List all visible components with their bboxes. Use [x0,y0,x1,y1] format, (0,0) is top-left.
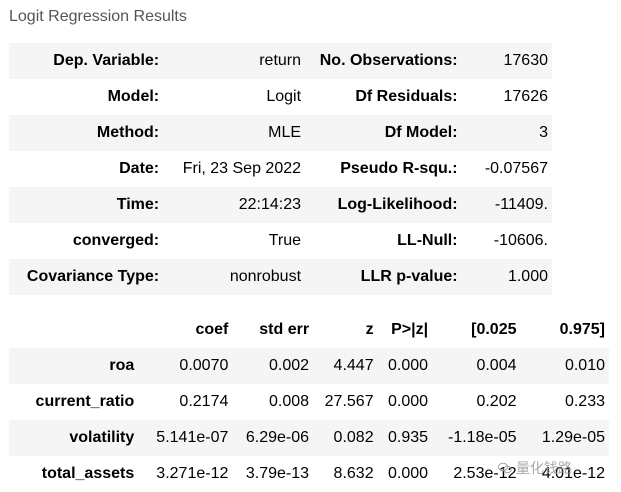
watermark-text: 量化钱路 [516,460,572,476]
column-header: [0.025 [432,312,521,348]
summary-value: 17630 [461,43,552,79]
ci-lower-cell: -1.18e-05 [432,420,521,456]
std-err-cell: 6.29e-06 [232,420,314,456]
summary-value: -11409. [461,187,552,223]
summary-label: Covariance Type: [9,259,164,295]
column-header: z [313,312,378,348]
summary-label: Log-Likelihood: [305,187,462,223]
variable-name: total_assets [9,456,139,492]
variable-name: roa [9,348,139,384]
ci-upper-cell: 0.233 [520,384,609,420]
summary-label: LL-Null: [305,223,462,259]
coef-cell: 0.0070 [138,348,233,384]
ci-upper-cell: 1.29e-05 [520,420,609,456]
table-header-row: coef std err z P>|z| [0.025 0.975] [9,312,609,348]
summary-value: -0.07567 [461,151,552,187]
summary-value: 3 [461,115,552,151]
table-row: volatility 5.141e-07 6.29e-06 0.082 0.93… [9,420,609,456]
summary-value: 1.000 [461,259,552,295]
p-value-cell: 0.000 [377,348,433,384]
summary-value: Fri, 23 Sep 2022 [163,151,306,187]
table-row: Covariance Type: nonrobust LLR p-value: … [9,259,552,295]
summary-label: Df Model: [305,115,462,151]
summary-label: Dep. Variable: [9,43,164,79]
summary-value: True [163,223,306,259]
summary-label: Time: [9,187,164,223]
column-header: P>|z| [377,312,433,348]
summary-label: Method: [9,115,164,151]
z-cell: 4.447 [313,348,378,384]
p-value-cell: 0.000 [377,384,433,420]
column-header: coef [138,312,233,348]
summary-label: No. Observations: [305,43,462,79]
table-row: Date: Fri, 23 Sep 2022 Pseudo R-squ.: -0… [9,151,552,187]
summary-label: Pseudo R-squ.: [305,151,462,187]
summary-value: 22:14:23 [163,187,306,223]
wechat-icon [498,462,512,474]
summary-value: -10606. [461,223,552,259]
summary-label: Model: [9,79,164,115]
p-value-cell: 0.000 [377,456,433,492]
table-row: Dep. Variable: return No. Observations: … [9,43,552,79]
summary-value: return [163,43,306,79]
ci-upper-cell: 0.010 [520,348,609,384]
summary-label: Date: [9,151,164,187]
coef-cell: 5.141e-07 [138,420,233,456]
table-row: Time: 22:14:23 Log-Likelihood: -11409. [9,187,552,223]
table-row: converged: True LL-Null: -10606. [9,223,552,259]
variable-name: volatility [9,420,139,456]
p-value-cell: 0.935 [377,420,433,456]
table-row: current_ratio 0.2174 0.008 27.567 0.000 … [9,384,609,420]
summary-value: MLE [163,115,306,151]
column-header: 0.975] [520,312,609,348]
variable-name: current_ratio [9,384,139,420]
ci-lower-cell: 0.004 [432,348,521,384]
summary-label: Df Residuals: [305,79,462,115]
regression-output: Logit Regression Results Dep. Variable: … [0,0,621,492]
coef-cell: 0.2174 [138,384,233,420]
summary-label: LLR p-value: [305,259,462,295]
coef-cell: 3.271e-12 [138,456,233,492]
table-row: Model: Logit Df Residuals: 17626 [9,79,552,115]
z-cell: 0.082 [313,420,378,456]
std-err-cell: 3.79e-13 [232,456,314,492]
std-err-cell: 0.008 [232,384,314,420]
summary-value: 17626 [461,79,552,115]
summary-label: converged: [9,223,164,259]
watermark: 量化钱路 [498,458,572,478]
summary-table: Dep. Variable: return No. Observations: … [9,43,552,295]
z-cell: 27.567 [313,384,378,420]
std-err-cell: 0.002 [232,348,314,384]
column-header: std err [232,312,314,348]
z-cell: 8.632 [313,456,378,492]
results-caption: Logit Regression Results [9,8,187,25]
ci-lower-cell: 0.202 [432,384,521,420]
table-row: Method: MLE Df Model: 3 [9,115,552,151]
summary-value: Logit [163,79,306,115]
summary-value: nonrobust [163,259,306,295]
column-header [9,312,139,348]
table-row: roa 0.0070 0.002 4.447 0.000 0.004 0.010 [9,348,609,384]
